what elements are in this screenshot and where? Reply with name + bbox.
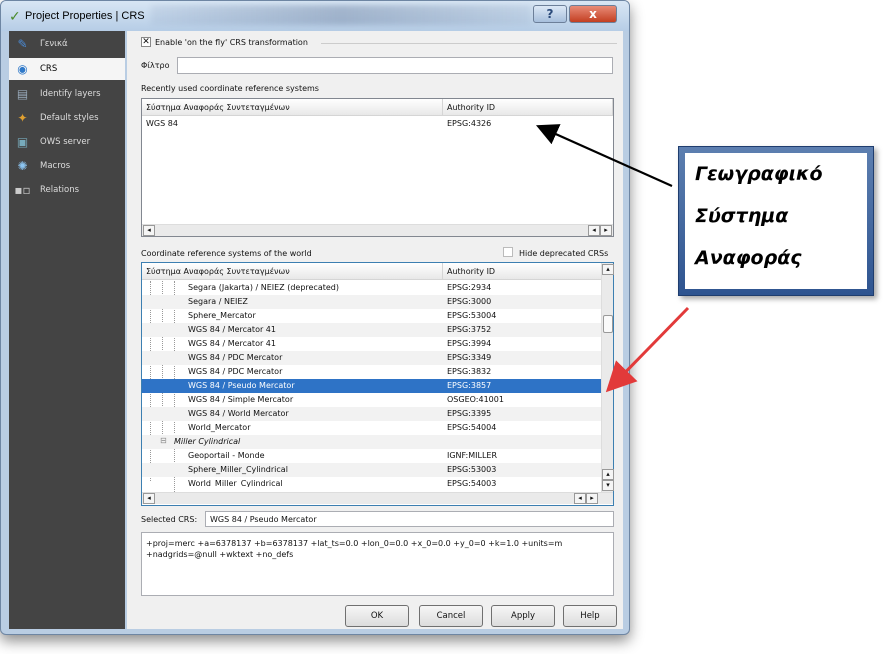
red-arrow	[605, 306, 690, 393]
annotation-arrows	[535, 124, 690, 393]
black-arrow	[535, 124, 673, 188]
